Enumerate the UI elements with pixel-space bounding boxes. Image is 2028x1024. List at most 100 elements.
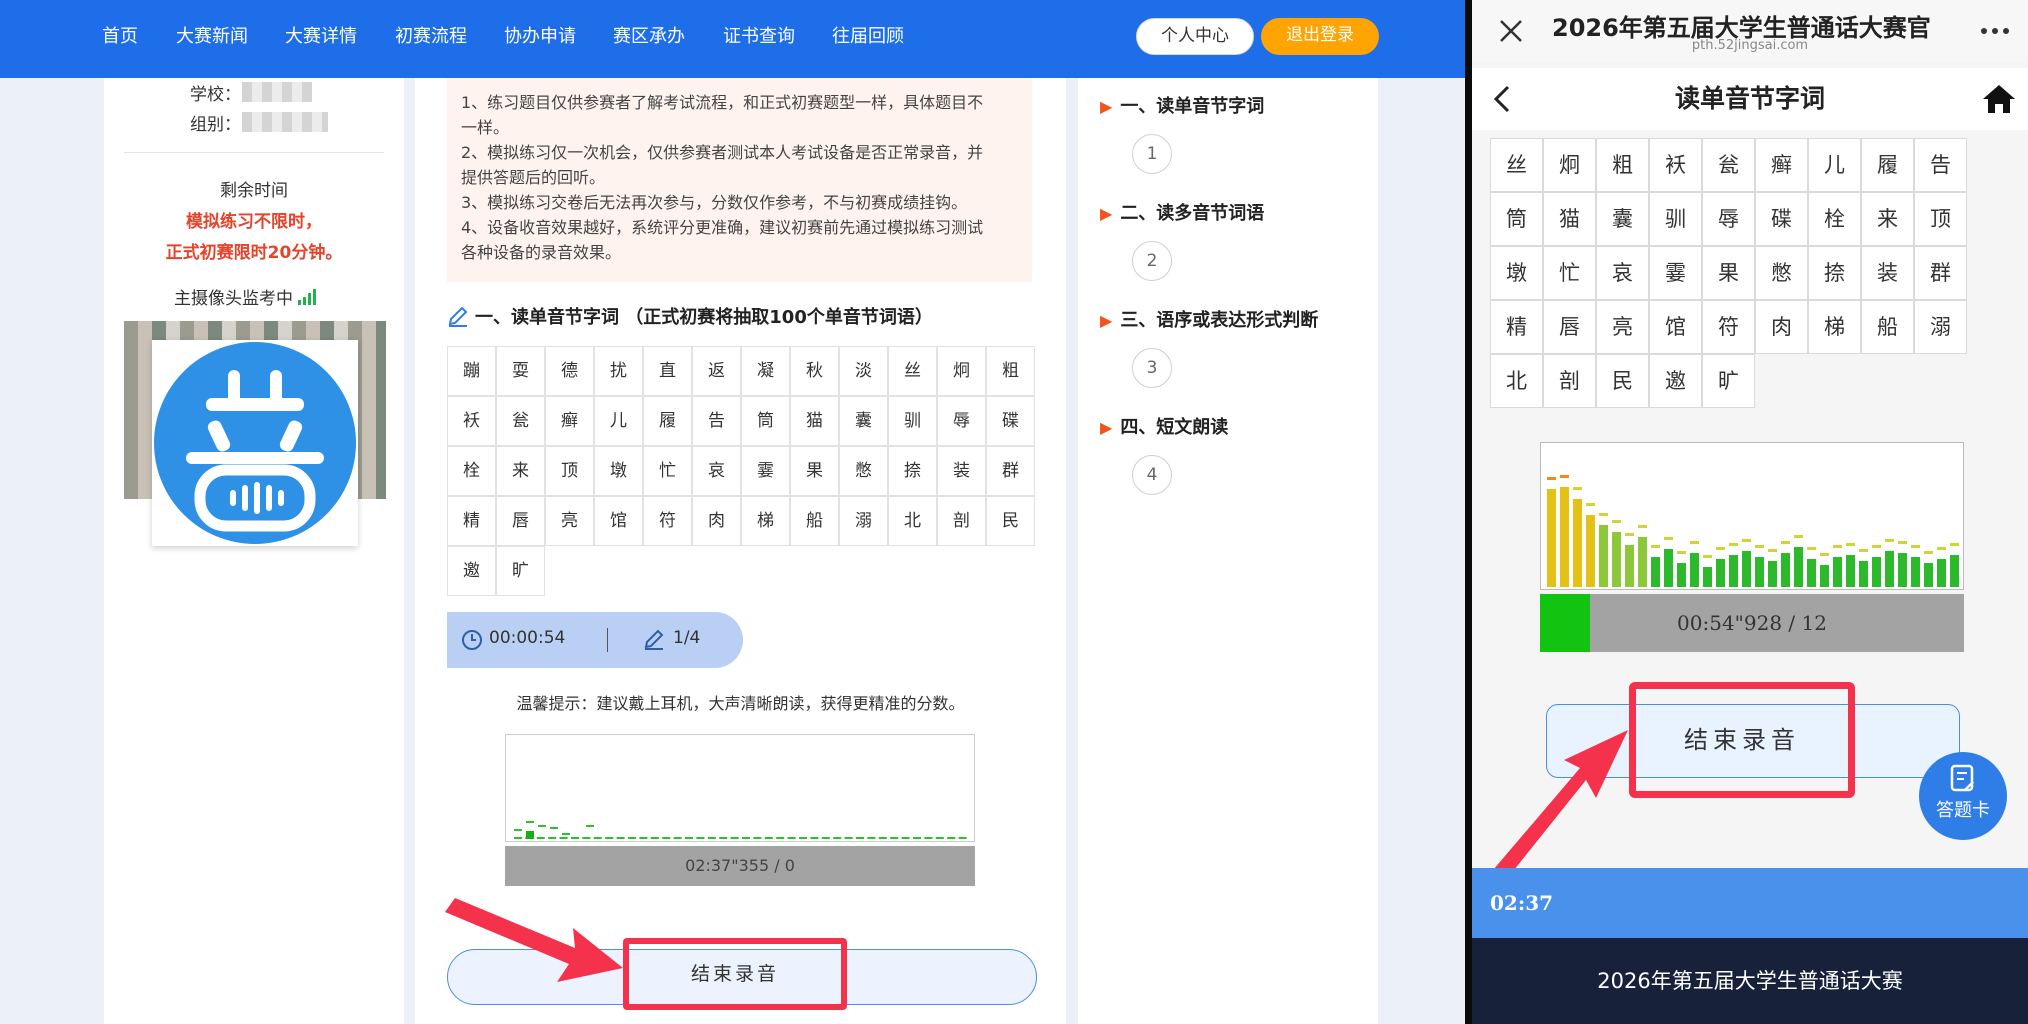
mobile-waveform-bar (1690, 553, 1699, 587)
char-cell: 邀 (447, 546, 496, 596)
char-cell: 淡 (839, 346, 888, 396)
divider (124, 152, 384, 153)
waveform-bar (719, 837, 728, 839)
nav-certificate[interactable]: 证书查询 (723, 0, 795, 78)
notice-line: 1、练习题目仅供参赛者了解考试流程，和正式初赛题型一样，具体题目不 (461, 93, 984, 112)
char-cell: 旷 (496, 546, 545, 596)
mobile-char-cell: 亮 (1596, 300, 1649, 354)
waveform-bar (696, 837, 705, 839)
progress-text: 1/4 (673, 628, 701, 648)
mobile-char-cell: 瓮 (1702, 138, 1755, 192)
mobile-waveform-peak (1833, 545, 1842, 548)
notice-line: 4、设备收音效果越好，系统评分更准确，建议初赛前先通过模拟练习测试 (461, 218, 984, 237)
waveform-peak (550, 827, 558, 829)
section-nav-1[interactable]: ▶ 一、读单音节字词 (1100, 92, 1264, 118)
notice-line: 一样。 (461, 118, 510, 137)
mobile-waveform-bar (1625, 545, 1634, 587)
mobile-char-cell: 碟 (1755, 192, 1808, 246)
mobile-char-cell: 馆 (1649, 300, 1702, 354)
nav-news[interactable]: 大赛新闻 (176, 0, 248, 78)
char-cell: 秋 (790, 346, 839, 396)
mobile-waveform-bar (1911, 557, 1920, 587)
char-cell: 北 (888, 496, 937, 546)
formal-limit-text: 正式初赛限时20分钟。 (165, 243, 343, 263)
top-navigation: 首页 大赛新闻 大赛详情 初赛流程 协办申请 赛区承办 证书查询 往届回顾 个人… (0, 0, 1465, 78)
mobile-waveform-peak (1560, 475, 1569, 478)
question-number-4[interactable]: 4 (1132, 455, 1172, 495)
answer-card-label: 答题卡 (1936, 800, 1990, 821)
mobile-waveform-bar (1768, 561, 1777, 587)
question-number-2[interactable]: 2 (1132, 241, 1172, 281)
pencil-icon (644, 629, 664, 650)
answer-card-icon (1950, 764, 1974, 792)
waveform-bar (878, 837, 887, 839)
nav-review[interactable]: 往届回顾 (832, 0, 904, 78)
mobile-waveform-bar (1638, 537, 1647, 587)
mobile-waveform-bar (1950, 555, 1959, 587)
section-nav-2[interactable]: ▶ 二、读多音节词语 (1100, 199, 1264, 225)
personal-center-button[interactable]: 个人中心 (1136, 18, 1254, 55)
mobile-waveform-peak (1612, 520, 1621, 523)
waveform-bar (787, 837, 796, 839)
mobile-end-recording-label[interactable]: 结束录音 (1629, 682, 1855, 798)
char-cell: 民 (986, 496, 1035, 546)
more-icon[interactable] (1980, 26, 2010, 36)
mobile-waveform-peak (1742, 539, 1751, 542)
char-cell: 返 (692, 346, 741, 396)
nav-co-host[interactable]: 协办申请 (504, 0, 576, 78)
section-nav-3[interactable]: ▶ 三、语序或表达形式判断 (1100, 306, 1318, 332)
char-cell: 猫 (790, 396, 839, 446)
notice-box: 1、练习题目仅供参赛者了解考试流程，和正式初赛题型一样，具体题目不 一样。 2、… (447, 78, 1032, 282)
mobile-waveform-graphic (1547, 475, 1959, 587)
mobile-waveform-peak (1898, 541, 1907, 544)
mobile-char-cell: 梯 (1808, 300, 1861, 354)
char-cell: 筒 (741, 396, 790, 446)
nav-process[interactable]: 初赛流程 (395, 0, 467, 78)
char-cell: 碟 (986, 396, 1035, 446)
mobile-waveform-bar (1703, 567, 1712, 587)
mobile-waveform-peak (1664, 537, 1673, 540)
waveform-bar (730, 837, 739, 839)
mobile-waveform-bar (1755, 557, 1764, 587)
char-cell: 唇 (496, 496, 545, 546)
logout-button[interactable]: 退出登录 (1261, 18, 1379, 55)
nav-details[interactable]: 大赛详情 (285, 0, 357, 78)
mobile-char-cell: 霎 (1649, 246, 1702, 300)
screen-divider (1465, 0, 1472, 1024)
mobile-char-cell: 筒 (1490, 192, 1543, 246)
practice-unlimited-text: 模拟练习不限时， (186, 212, 322, 232)
answer-card-button[interactable]: 答题卡 (1919, 752, 2007, 840)
nav-home[interactable]: 首页 (102, 0, 138, 78)
mobile-waveform-peak (1586, 503, 1595, 506)
mobile-char-cell: 儿 (1808, 138, 1861, 192)
mobile-waveform-bar (1547, 489, 1556, 587)
mobile-char-cell: 履 (1861, 138, 1914, 192)
home-icon[interactable] (1982, 84, 2016, 114)
question-number-1[interactable]: 1 (1132, 134, 1172, 174)
mobile-char-cell: 旷 (1702, 354, 1755, 408)
mobile-waveform-bar (1586, 515, 1595, 587)
char-cell: 袄 (447, 396, 496, 446)
char-cell: 忙 (643, 446, 692, 496)
waveform-bar (833, 837, 842, 839)
waveform-bar (593, 837, 602, 839)
question-number-3[interactable]: 3 (1132, 348, 1172, 388)
mobile-screen: 2026年第五届大学生普通话大赛官 pth.52jingsai.com 读单音节… (1472, 0, 2028, 1024)
section-navigation: ▶ 一、读单音节字词 1 ▶ 二、读多音节词语 2 ▶ 三、语序或表达形式判断 3 ▶… (1078, 78, 1378, 1024)
nav-region-host[interactable]: 赛区承办 (613, 0, 685, 78)
waveform-bar (628, 837, 636, 839)
waveform-bar (548, 837, 557, 839)
mobile-char-cell: 装 (1861, 246, 1914, 300)
mobile-waveform-bar (1612, 532, 1621, 587)
section-nav-4[interactable]: ▶ 四、短文朗读 (1100, 413, 1228, 439)
mobile-waveform-peak (1599, 513, 1608, 516)
triangle-icon: ▶ (1100, 311, 1113, 330)
remaining-time-label: 剩余时间 (220, 181, 288, 201)
end-recording-label[interactable]: 结束录音 (629, 944, 841, 1004)
waveform-bar (742, 837, 750, 839)
mobile-section-title: 读单音节字词 (1674, 84, 1825, 113)
mobile-waveform-bar (1560, 487, 1569, 587)
mobile-char-cell: 肉 (1755, 300, 1808, 354)
group-value-blurred (242, 112, 328, 132)
mobile-footer: 2026年第五届大学生普通话大赛 (1472, 938, 2028, 1024)
